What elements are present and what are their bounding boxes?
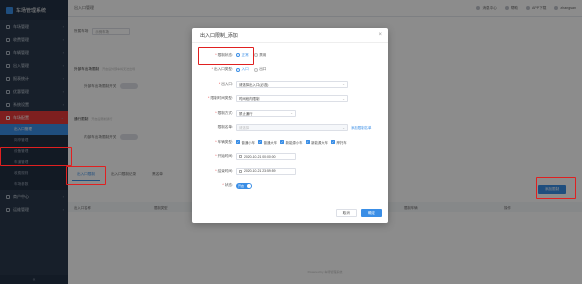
field-blacklist: 限制名单: 请选择 ⌄ 添加限制名单 [217,124,372,132]
limit-rule-select[interactable]: 禁止通行 ⌄ [236,109,296,117]
calendar-icon [239,155,242,159]
check-icon: ✓ [331,140,336,145]
chevron-down-icon: ⌄ [342,96,345,101]
highlight-box [536,177,576,199]
status-switch[interactable]: 开启 [236,182,252,189]
field-vehicle-types: *车辆类型: ✓ 普通小车 ✓ 普通大车 ✓ 新能源小车 ✓ 新能源大车 ✓ 摩托车 [215,139,347,145]
io-type-entry-radio[interactable]: 入口 [236,67,249,72]
confirm-button[interactable]: 确定 [360,209,382,217]
dialog-title: 出入口限制_添加 × [192,28,388,43]
calendar-icon [239,169,242,173]
check-icon: ✓ [236,140,240,145]
limit-form: *限制状态: 正常 禁用 *出入口类型: 入口 出口 *出入口: 请选择出入口(… [192,48,388,193]
vehicle-type-checkbox[interactable]: ✓ 普通大车 [258,140,277,145]
vehicle-type-checkbox[interactable]: ✓ 新能源大车 [305,140,328,145]
field-status: *状态: 开启 [192,179,388,194]
limit-mode-disabled-radio[interactable]: 禁用 [253,53,266,58]
check-icon: ✓ [258,140,263,145]
chevron-down-icon: ⌄ [342,125,345,130]
start-time-picker[interactable]: 2020-10-21 00:00:00 [236,153,296,161]
field-limit-type: *限制时间类型: 时间段内限制 ⌄ [192,92,388,107]
cancel-button[interactable]: 取消 [335,209,357,217]
vehicle-type-checkbox[interactable]: ✓ 新能源小车 [280,140,303,145]
vehicle-type-checkbox[interactable]: ✓ 普通小车 [236,140,255,145]
highlight-box [0,147,72,166]
highlight-box [198,47,254,65]
check-icon: ✓ [280,140,285,145]
field-limit-rule: *限制方式: 禁止通行 ⌄ [192,106,388,121]
chevron-down-icon: ⌄ [290,111,293,116]
field-end-time: *结束时间: 2020-10-21 23:59:59 [192,164,388,179]
chevron-down-icon: ⌄ [342,82,345,87]
vehicle-type-checkbox[interactable]: ✓ 摩托车 [331,140,347,145]
close-icon[interactable]: × [378,32,382,38]
check-icon: ✓ [305,140,310,145]
io-type-exit-radio[interactable]: 出口 [253,67,266,72]
highlight-box [66,166,106,185]
field-io-name: *出入口: 请选择出入口(必选) ⌄ [192,77,388,92]
dialog-footer: 取消 确定 [335,209,382,217]
limit-type-select[interactable]: 时间段内限制 ⌄ [236,95,348,103]
io-name-select[interactable]: 请选择出入口(必选) ⌄ [236,80,348,88]
add-blacklist-link[interactable]: 添加限制名单 [351,125,371,130]
blacklist-select[interactable]: 请选择 ⌄ [236,124,348,132]
field-start-time: *开始时间: 2020-10-21 00:00:00 [192,150,388,165]
end-time-picker[interactable]: 2020-10-21 23:59:59 [236,167,296,175]
